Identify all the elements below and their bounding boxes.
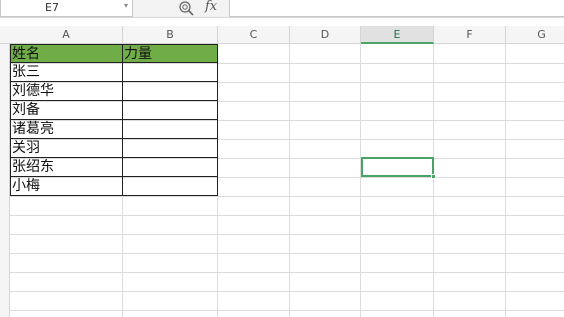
grid-line-horizontal [10,310,564,311]
formula-input[interactable] [229,0,564,17]
grid-line-vertical [360,44,361,317]
table-cell[interactable] [123,139,218,158]
table-header-cell[interactable]: 姓名 [10,44,123,63]
fill-handle[interactable] [431,174,436,179]
column-header-f[interactable]: F [434,26,506,44]
table-cell[interactable] [123,120,218,139]
table-cell[interactable] [123,158,218,177]
column-header-e[interactable]: E [361,26,434,44]
name-box[interactable]: E7 ▾ [0,0,133,17]
grid-line-horizontal [10,215,564,216]
dropdown-arrow-icon[interactable]: ▾ [124,1,128,10]
formula-bar: E7 ▾ fx [0,0,564,18]
table-cell[interactable]: 刘备 [10,101,123,120]
table-cell[interactable]: 张绍东 [10,158,123,177]
fx-icon[interactable]: fx [205,0,217,14]
grid-line-horizontal [10,234,564,235]
table-cell[interactable]: 诸葛亮 [10,120,123,139]
table-header-cell[interactable]: 力量 [123,44,218,63]
table-cell[interactable]: 刘德华 [10,82,123,101]
table-cell[interactable]: 关羽 [10,139,123,158]
column-header-b[interactable]: B [123,26,218,44]
grid-line-horizontal [10,196,564,197]
column-header-c[interactable]: C [218,26,290,44]
table-cell[interactable] [123,82,218,101]
table-cell[interactable] [123,177,218,196]
grid-line-horizontal [10,291,564,292]
table-cell[interactable]: 张三 [10,63,123,82]
column-header-g[interactable]: G [506,26,564,44]
column-header-a[interactable]: A [10,26,123,44]
row-headers [0,44,10,317]
grid-line-vertical [505,44,506,317]
zoom-icon[interactable] [178,0,196,16]
name-box-value: E7 [45,1,59,14]
grid-line-vertical [433,44,434,317]
table-cell[interactable] [123,63,218,82]
grid-line-horizontal [10,272,564,273]
grid-line-vertical [289,44,290,317]
grid-line-horizontal [10,253,564,254]
column-header-d[interactable]: D [290,26,361,44]
table-cell[interactable]: 小梅 [10,177,123,196]
table-cell[interactable] [123,101,218,120]
cell-selection-e7[interactable] [361,157,436,179]
